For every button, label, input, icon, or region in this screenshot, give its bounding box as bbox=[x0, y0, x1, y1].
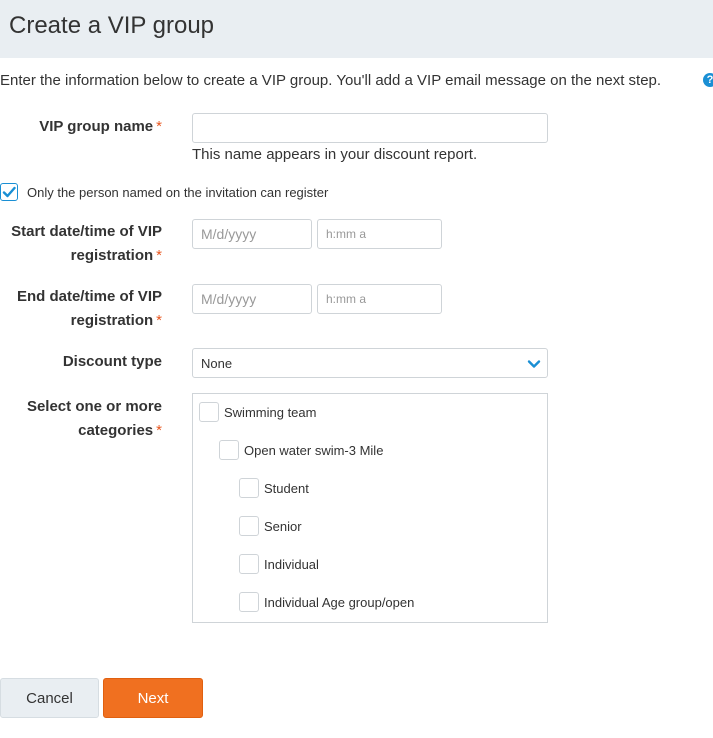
discount-type-select[interactable]: None bbox=[192, 348, 548, 378]
category-item-open-water[interactable]: Open water swim-3 Mile bbox=[219, 440, 383, 460]
category-item-individual[interactable]: Individual bbox=[239, 554, 319, 574]
category-checkbox[interactable] bbox=[239, 478, 259, 498]
required-mark: * bbox=[156, 312, 162, 329]
next-button[interactable]: Next bbox=[103, 678, 203, 718]
category-checkbox[interactable] bbox=[219, 440, 239, 460]
categories-list: Swimming team Open water swim-3 Mile Stu… bbox=[192, 393, 548, 623]
page-header: Create a VIP group bbox=[0, 0, 713, 58]
vip-group-name-hint: This name appears in your discount repor… bbox=[192, 146, 478, 163]
required-mark: * bbox=[156, 118, 162, 135]
only-named-checkbox[interactable] bbox=[0, 183, 18, 201]
start-datetime-label: Start date/time of VIP registration * bbox=[11, 223, 162, 264]
only-named-label: Only the person named on the invitation … bbox=[27, 184, 329, 200]
category-checkbox[interactable] bbox=[239, 554, 259, 574]
category-checkbox[interactable] bbox=[239, 516, 259, 536]
category-item-individual-age-group[interactable]: Individual Age group/open bbox=[239, 592, 414, 612]
help-icon[interactable]: ? bbox=[703, 73, 713, 87]
required-mark: * bbox=[156, 247, 162, 264]
checkmark-icon bbox=[2, 186, 16, 198]
end-datetime-label: End date/time of VIP registration * bbox=[16, 288, 162, 329]
chevron-down-icon bbox=[527, 360, 541, 368]
start-date-input[interactable]: M/d/yyyy bbox=[192, 219, 312, 249]
cancel-button[interactable]: Cancel bbox=[0, 678, 99, 718]
category-item-student[interactable]: Student bbox=[239, 478, 309, 498]
start-time-input[interactable]: h:mm a bbox=[317, 219, 442, 249]
vip-group-name-label: VIP group name * bbox=[39, 118, 162, 135]
intro-text: Enter the information below to create a … bbox=[0, 72, 662, 89]
only-named-row[interactable]: Only the person named on the invitation … bbox=[0, 183, 328, 201]
end-time-input[interactable]: h:mm a bbox=[317, 284, 442, 314]
vip-group-name-input[interactable] bbox=[192, 113, 548, 143]
end-date-input[interactable]: M/d/yyyy bbox=[192, 284, 312, 314]
categories-label: Select one or more categories * bbox=[26, 398, 162, 439]
category-checkbox[interactable] bbox=[199, 402, 219, 422]
required-mark: * bbox=[156, 422, 162, 439]
page-title: Create a VIP group bbox=[9, 12, 215, 39]
discount-type-label: Discount type bbox=[62, 353, 162, 370]
category-item-senior[interactable]: Senior bbox=[239, 516, 302, 536]
category-item-swimming-team[interactable]: Swimming team bbox=[199, 402, 316, 422]
discount-type-value: None bbox=[201, 355, 233, 371]
category-checkbox[interactable] bbox=[239, 592, 259, 612]
